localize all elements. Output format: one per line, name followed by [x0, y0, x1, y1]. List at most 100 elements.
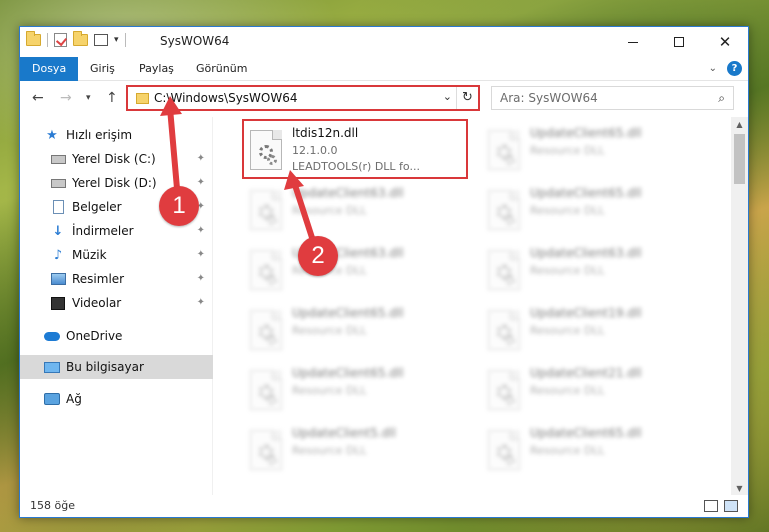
file-tile[interactable]: UpdateClient63.dll Resource DLL	[482, 244, 708, 304]
tiles-view-icon[interactable]	[724, 500, 738, 512]
file-tile[interactable]: UpdateClient19.dll Resource DLL	[482, 304, 708, 364]
pin-icon[interactable]: ✦	[197, 153, 205, 164]
properties-check-icon[interactable]	[54, 33, 67, 47]
file-name: UpdateClient63.dll	[292, 186, 404, 200]
tab-view[interactable]: Görünüm	[184, 57, 259, 81]
sidebar-item-pictures[interactable]: Resimler ✦	[20, 267, 213, 291]
sidebar-item-label: Hızlı erişim	[66, 128, 133, 142]
expand-ribbon-icon[interactable]: ⌄	[709, 63, 717, 74]
pin-icon[interactable]: ✦	[197, 249, 205, 260]
vertical-scrollbar[interactable]: ▲ ▼	[731, 117, 748, 497]
scrollbar-thumb[interactable]	[734, 134, 745, 184]
sidebar-item-label: OneDrive	[66, 329, 123, 343]
dll-file-icon	[250, 190, 282, 230]
file-name: UpdateClient65.dll	[292, 366, 404, 380]
help-icon[interactable]: ?	[727, 61, 742, 76]
forward-arrow-icon[interactable]: →	[60, 90, 72, 106]
dll-file-icon	[250, 430, 282, 470]
scroll-up-icon[interactable]: ▲	[731, 117, 748, 133]
dll-file-icon	[250, 310, 282, 350]
tab-share[interactable]: Paylaş	[127, 57, 186, 81]
tab-file[interactable]: Dosya	[20, 57, 79, 81]
onedrive-icon	[44, 328, 60, 344]
dll-file-icon	[250, 130, 282, 170]
file-explorer-window: ▾ SysWOW64 ✕ Dosya Giriş Paylaş Görünüm …	[19, 26, 749, 518]
file-tile[interactable]: UpdateClient65.dll Resource DLL	[482, 424, 708, 484]
address-bar[interactable]: C:\Windows\SysWOW64 ⌄ ↻	[126, 85, 480, 111]
dll-file-icon	[488, 370, 520, 410]
search-placeholder: Ara: SysWOW64	[500, 91, 598, 105]
window-title: SysWOW64	[160, 34, 230, 48]
dll-file-icon	[488, 190, 520, 230]
maximize-icon	[674, 37, 684, 47]
sidebar-item-videos[interactable]: Videolar ✦	[20, 291, 213, 315]
ribbon-right-controls: ⌄ ?	[709, 61, 742, 76]
file-type: Resource DLL	[292, 444, 367, 457]
file-tile[interactable]: UpdateClient63.dll Resource DLL	[244, 184, 470, 244]
file-name: UpdateClient63.dll	[530, 246, 642, 260]
chevron-down-icon[interactable]: ▾	[114, 35, 119, 45]
sidebar-item-local-disk-c[interactable]: Yerel Disk (C:) ✦	[20, 147, 213, 171]
sidebar-item-this-pc[interactable]: Bu bilgisayar	[20, 355, 213, 379]
drive-icon	[50, 175, 66, 191]
minimize-button[interactable]	[610, 27, 656, 57]
close-button[interactable]: ✕	[702, 27, 748, 57]
file-tile-ltdis12n[interactable]: ltdis12n.dll 12.1.0.0 LEADTOOLS(r) DLL f…	[242, 119, 470, 184]
sidebar-item-music[interactable]: ♪ Müzik ✦	[20, 243, 213, 267]
file-type: Resource DLL	[530, 324, 605, 337]
tab-home[interactable]: Giriş	[78, 57, 127, 81]
dll-file-icon	[488, 430, 520, 470]
maximize-button[interactable]	[656, 27, 702, 57]
file-type: Resource DLL	[292, 204, 367, 217]
sidebar-item-quick-access[interactable]: ★ Hızlı erişim	[20, 123, 213, 147]
file-list: ltdis12n.dll 12.1.0.0 LEADTOOLS(r) DLL f…	[214, 117, 730, 497]
sidebar-item-label: Bu bilgisayar	[66, 360, 144, 374]
navigation-pane: ★ Hızlı erişim Yerel Disk (C:) ✦ Yerel D…	[20, 117, 213, 497]
file-tile[interactable]: UpdateClient5.dll Resource DLL	[244, 424, 470, 484]
file-tile[interactable]: UpdateClient63.dll Resource DLL	[244, 244, 470, 304]
pin-icon[interactable]: ✦	[197, 225, 205, 236]
file-tile[interactable]: UpdateClient21.dll Resource DLL	[482, 364, 708, 424]
file-tile[interactable]: UpdateClient65.dll Resource DLL	[482, 124, 708, 184]
pin-icon[interactable]: ✦	[197, 177, 205, 188]
details-view-icon[interactable]	[704, 500, 718, 512]
sidebar-item-onedrive[interactable]: OneDrive	[20, 324, 213, 348]
ribbon-tabs: Dosya Giriş Paylaş Görünüm ⌄ ?	[20, 57, 748, 81]
pictures-icon	[50, 271, 66, 287]
address-path[interactable]: C:\Windows\SysWOW64	[154, 91, 298, 105]
search-icon[interactable]: ⌕	[718, 91, 725, 106]
new-folder-icon[interactable]	[73, 31, 88, 46]
dll-file-icon	[488, 310, 520, 350]
sidebar-item-network[interactable]: Ağ	[20, 387, 213, 411]
file-tile[interactable]: UpdateClient65.dll Resource DLL	[244, 364, 470, 424]
file-tile[interactable]: UpdateClient65.dll Resource DLL	[482, 184, 708, 244]
toolbar-separator	[47, 33, 48, 47]
quick-access-toolbar: ▾	[26, 31, 126, 47]
network-icon	[44, 391, 60, 407]
this-pc-icon	[44, 359, 60, 375]
title-bar: ▾ SysWOW64 ✕	[20, 27, 748, 57]
file-name: ltdis12n.dll	[292, 126, 359, 140]
sidebar-item-label: Müzik	[72, 248, 107, 262]
dll-file-icon	[488, 130, 520, 170]
sidebar-item-label: Videolar	[72, 296, 122, 310]
pin-icon[interactable]: ✦	[197, 273, 205, 284]
back-arrow-icon[interactable]: ←	[32, 90, 44, 106]
dll-file-icon	[488, 250, 520, 290]
refresh-icon[interactable]: ↻	[456, 87, 478, 109]
recent-locations-chevron-icon[interactable]: ▾	[86, 93, 91, 103]
sidebar-item-label: Yerel Disk (D:)	[72, 176, 157, 190]
search-input[interactable]: Ara: SysWOW64 ⌕	[491, 86, 734, 110]
file-type: Resource DLL	[530, 144, 605, 157]
customize-icon[interactable]	[94, 34, 108, 46]
pin-icon[interactable]: ✦	[197, 297, 205, 308]
file-version: 12.1.0.0	[292, 144, 338, 157]
file-tile[interactable]: UpdateClient65.dll Resource DLL	[244, 304, 470, 364]
chevron-down-icon[interactable]: ⌄	[443, 90, 452, 103]
file-description: LEADTOOLS(r) DLL fo...	[292, 160, 420, 173]
videos-icon	[50, 295, 66, 311]
drive-icon	[50, 151, 66, 167]
file-name: UpdateClient19.dll	[530, 306, 642, 320]
item-count: 158 öğe	[30, 499, 75, 512]
up-arrow-icon[interactable]: ↑	[106, 90, 118, 106]
